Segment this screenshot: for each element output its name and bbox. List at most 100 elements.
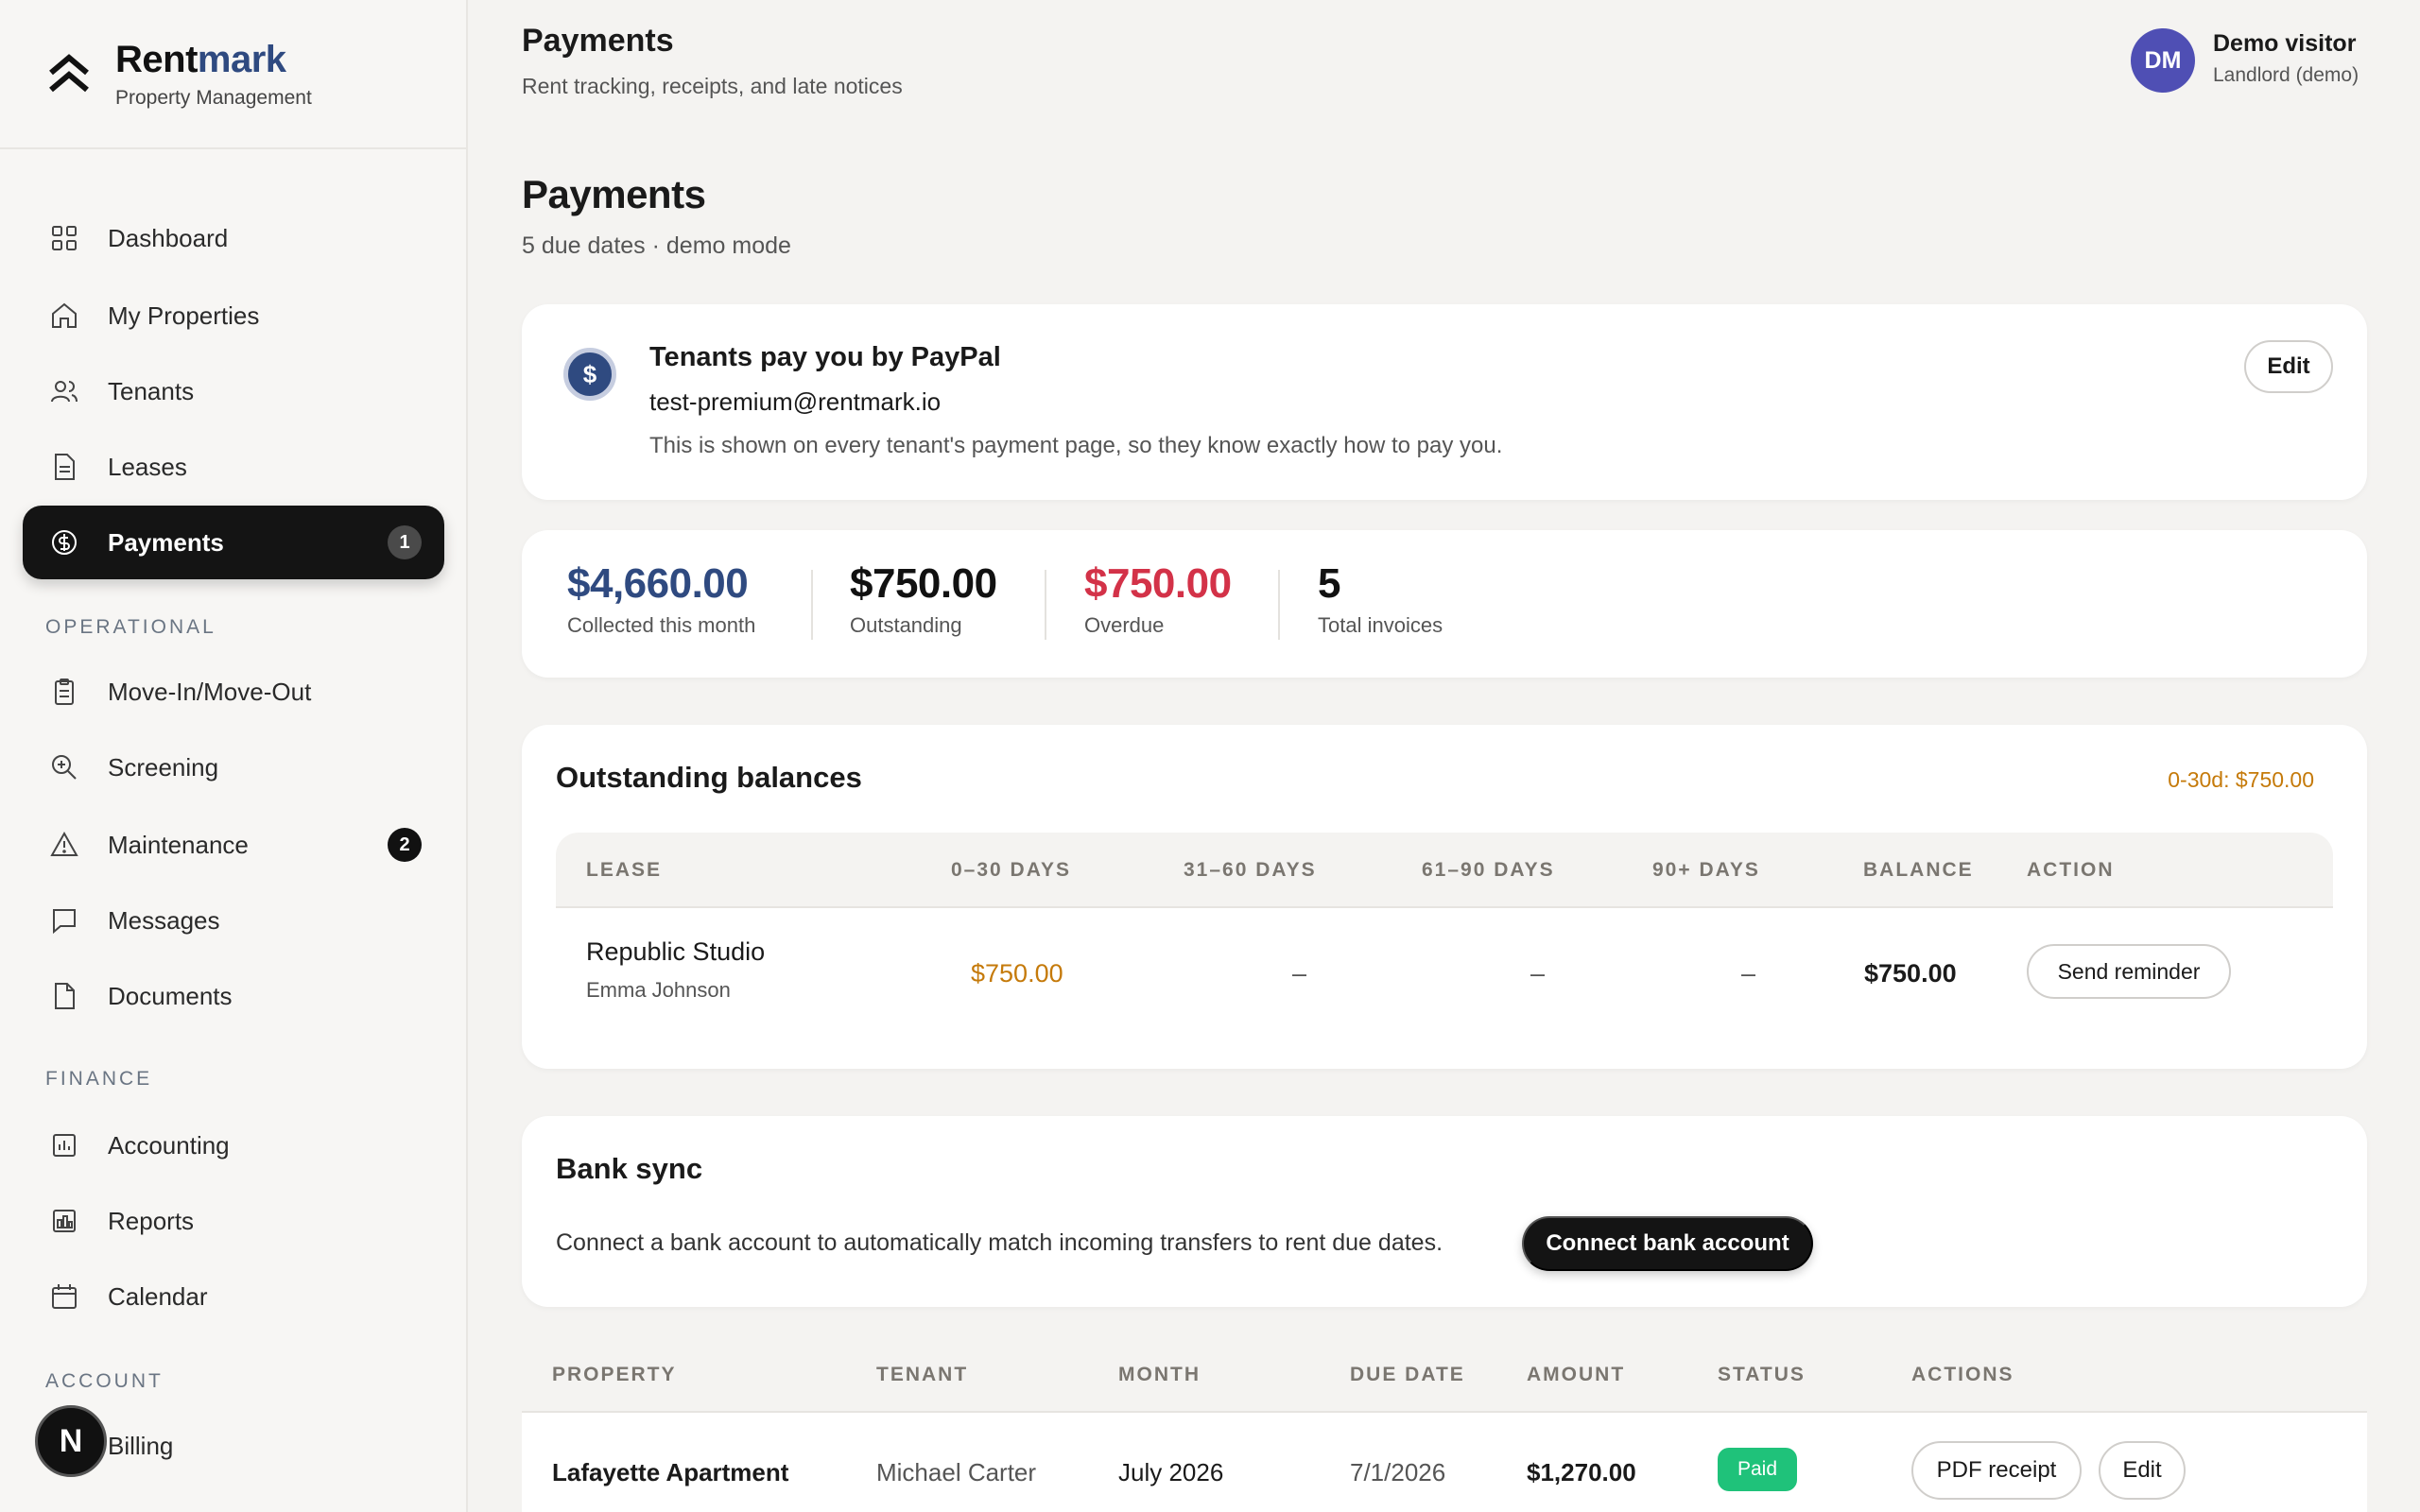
outstanding-table-header: LEASE 0–30 DAYS 31–60 DAYS 61–90 DAYS 90… [556,833,2333,908]
paypal-email: test-premium@rentmark.io [649,387,942,416]
user-role: Landlord (demo) [2213,64,2360,86]
send-reminder-button[interactable]: Send reminder [2027,944,2231,999]
clipboard-icon [49,677,79,707]
outstanding-title: Outstanding balances [556,761,862,794]
lease-name: Republic Studio [586,937,766,966]
stat-label: Total invoices [1318,613,1443,637]
calendar-icon [49,1281,79,1312]
stat-label: Overdue [1084,613,1165,637]
dev-tools-button[interactable]: N [35,1405,107,1477]
report-chart-icon [49,1206,79,1236]
bank-sync-card: Bank sync Connect a bank account to auto… [522,1116,2367,1307]
home-icon [49,301,79,331]
stat-label: Outstanding [850,613,962,637]
sidebar-item-leases[interactable]: Leases [23,430,444,504]
property-name[interactable]: Lafayette Apartment [552,1458,788,1487]
paypal-dollar-icon: $ [563,348,616,401]
edit-payment-button[interactable]: Edit [2099,1441,2186,1500]
brand-name: Rentmark [115,38,286,80]
sidebar-item-label: Screening [108,752,219,782]
sidebar-item-maintenance[interactable]: Maintenance 2 [23,808,444,882]
stat-value: $4,660.00 [567,560,749,607]
sidebar-item-label: Accounting [108,1130,230,1160]
header-subtitle: Rent tracking, receipts, and late notice… [522,74,903,98]
due-date-value: 7/1/2026 [1350,1458,1446,1486]
bank-sync-title: Bank sync [556,1152,703,1185]
grid-icon [49,223,79,253]
bank-sync-description: Connect a bank account to automatically … [556,1229,1443,1256]
stat-outstanding: $750.00 Outstanding [850,560,997,638]
page-title: Payments [522,172,706,216]
sidebar-item-label: Billing [108,1431,174,1460]
sidebar-item-label: Documents [108,981,233,1010]
sidebar-item-calendar[interactable]: Calendar [23,1260,444,1333]
chevrons-up-logo-icon [49,54,89,93]
sidebar: Rentmark Property Management Dashboard M… [0,0,468,1512]
user-name[interactable]: Demo visitor [2213,30,2356,58]
column-header: DUE DATE [1350,1364,1465,1385]
stat-overdue: $750.00 Overdue [1084,560,1232,638]
outstanding-balances-card: Outstanding balances 0-30d: $750.00 LEAS… [522,725,2367,1069]
sidebar-item-tenants[interactable]: Tenants [23,354,444,428]
brand-subtitle: Property Management [115,86,312,109]
days-31-60-value: – [1292,959,1307,988]
brand[interactable]: Rentmark Property Management [0,0,466,149]
sidebar-item-label: Dashboard [108,223,229,252]
page-subtitle: 5 due dates · demo mode [522,232,791,259]
maintenance-count-badge: 2 [388,828,422,862]
days-0-30-value: $750.00 [971,959,1063,988]
section-finance: FINANCE [45,1068,153,1090]
sidebar-item-label: Calendar [108,1281,208,1311]
sidebar-item-move-in-move-out[interactable]: Move-In/Move-Out [23,655,444,729]
sidebar-item-label: Leases [108,452,187,481]
sidebar-item-accounting[interactable]: Accounting [23,1108,444,1182]
column-header: AMOUNT [1527,1364,1626,1385]
sidebar-item-label: Tenants [108,376,195,405]
file-text-icon [49,452,79,482]
sidebar-item-documents[interactable]: Documents [23,959,444,1033]
sidebar-item-label: Payments [108,527,224,557]
column-header: ACTION [2027,859,2115,881]
column-header: PROPERTY [552,1364,677,1385]
column-header: TENANT [876,1364,969,1385]
sidebar-item-screening[interactable]: Screening [23,730,444,804]
stat-divider [1278,570,1280,640]
sidebar-item-reports[interactable]: Reports [23,1184,444,1258]
message-icon [49,905,79,936]
sidebar-item-payments[interactable]: Payments 1 [23,506,444,579]
edit-paypal-button[interactable]: Edit [2244,340,2333,393]
header-title: Payments [522,23,674,59]
paypal-note: This is shown on every tenant's payment … [649,433,1503,458]
stat-total-invoices: 5 Total invoices [1318,560,1443,638]
sidebar-item-label: Move-In/Move-Out [108,677,312,706]
tenant-name: Emma Johnson [586,978,731,1002]
column-header: 90+ DAYS [1652,859,1760,881]
zoom-in-icon [49,752,79,782]
column-header: 61–90 DAYS [1422,859,1555,881]
sidebar-item-messages[interactable]: Messages [23,884,444,957]
payments-table: PROPERTY TENANT MONTH DUE DATE AMOUNT ST… [522,1335,2367,1512]
days-61-90-value: – [1530,959,1546,988]
alert-triangle-icon [49,830,79,860]
column-header: 0–30 DAYS [951,859,1071,881]
stat-divider [811,570,813,640]
document-icon [49,981,79,1011]
sidebar-item-label: Messages [108,905,220,935]
balance-value: $750.00 [1864,959,1957,988]
section-operational: OPERATIONAL [45,616,216,638]
payments-count-badge: 1 [388,525,422,559]
tenant-name: Michael Carter [876,1458,1037,1486]
connect-bank-account-button[interactable]: Connect bank account [1522,1216,1813,1271]
avatar[interactable]: DM [2131,28,2195,93]
amount-value: $1,270.00 [1527,1458,1636,1486]
sidebar-item-my-properties[interactable]: My Properties [23,279,444,352]
stat-divider [1045,570,1046,640]
pdf-receipt-button[interactable]: PDF receipt [1911,1441,2082,1500]
sidebar-item-label: Maintenance [108,830,249,859]
stat-value: 5 [1318,560,1340,607]
sidebar-item-dashboard[interactable]: Dashboard [23,201,444,275]
column-header: STATUS [1718,1364,1806,1385]
stat-value: $750.00 [1084,560,1232,607]
users-icon [49,376,79,406]
month-value: July 2026 [1118,1458,1224,1486]
